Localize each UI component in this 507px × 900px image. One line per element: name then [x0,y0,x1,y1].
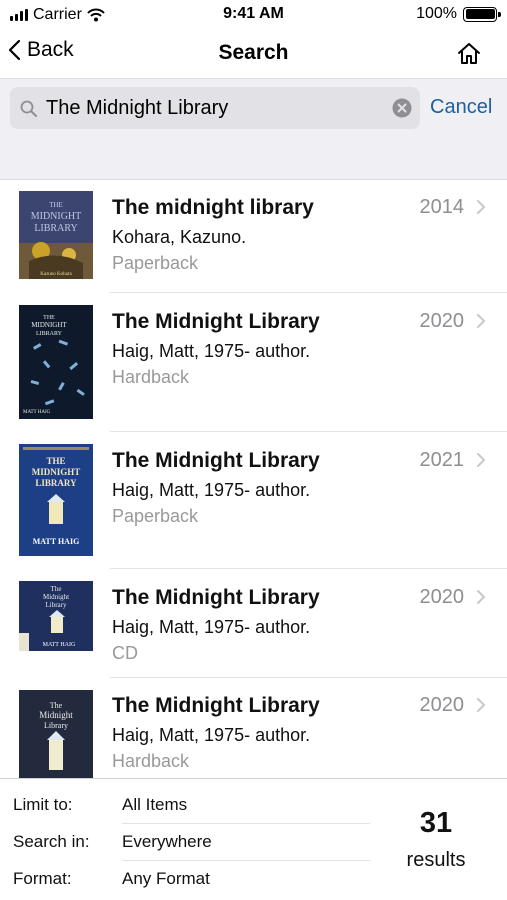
home-icon[interactable] [455,40,483,68]
list-item[interactable]: THE MIDNIGHT LIBRARY MATT HAIG The Midni… [0,432,507,569]
cover-title-line: MIDNIGHT [31,211,82,222]
book-title: The Midnight Library [112,449,320,472]
search-icon [20,100,37,117]
chevron-right-icon [477,590,485,604]
cover-author: MATT HAIG [23,410,51,415]
book-cover: The Midnight Library [19,690,93,778]
cover-author: MATT HAIG [33,537,80,546]
results-list: THE MIDNIGHT LIBRARY Kazuno Kohara The m… [0,180,507,778]
list-item[interactable]: THE MIDNIGHT LIBRARY MATT HAIG The Midni… [0,293,507,432]
book-cover: THE MIDNIGHT LIBRARY MATT HAIG [19,444,93,556]
filter-search-in[interactable]: Search in: Everywhere [0,824,370,861]
cover-title-line: MIDNIGHT [32,467,81,477]
book-title: The midnight library [112,196,314,219]
book-author: Haig, Matt, 1975- author. [112,480,311,500]
search-bar: The Midnight Library Cancel [0,78,507,138]
cover-title-line: LIBRARY [35,478,77,488]
list-item[interactable]: The Midnight Library MATT HAIG The Midni… [0,569,507,678]
book-cover: THE MIDNIGHT LIBRARY Kazuno Kohara [19,191,93,279]
book-format: CD [112,643,138,663]
book-format: Paperback [112,253,199,273]
nav-bar: Back Search [0,30,507,78]
cover-title-line: THE [46,456,65,466]
book-author: Haig, Matt, 1975- author. [112,725,311,745]
book-year: 2020 [419,694,465,716]
book-cover: The Midnight Library MATT HAIG [19,581,93,651]
results-count-label: results [406,849,466,871]
book-author: Haig, Matt, 1975- author. [112,341,311,361]
cover-author: Kazuno Kohara [40,272,72,277]
cover-title-line: LIBRARY [34,223,77,234]
battery-icon [463,6,501,22]
cover-title-line: MIDNIGHT [31,321,67,329]
chevron-right-icon [477,698,485,712]
search-query: The Midnight Library [46,97,229,119]
list-item[interactable]: THE MIDNIGHT LIBRARY Kazuno Kohara The m… [0,180,507,293]
cover-title-line: Midnight [39,710,73,720]
list-item[interactable]: The Midnight Library The Midnight Librar… [0,678,507,778]
chevron-right-icon [477,200,485,214]
book-title: The Midnight Library [112,310,320,333]
filter-footer: Limit to: All Items Search in: Everywher… [0,778,507,900]
book-year: 2020 [419,586,465,608]
filter-value: Any Format [122,869,210,888]
book-title: The Midnight Library [112,694,320,717]
results-count: 31 [419,807,453,839]
search-input[interactable]: The Midnight Library [10,87,420,129]
cancel-button[interactable]: Cancel [430,96,492,119]
book-year: 2020 [419,310,465,332]
cover-title-line: Library [46,601,67,609]
filter-label: Limit to: [13,795,73,814]
cover-title-line: THE [49,201,63,209]
filter-label: Search in: [13,832,90,851]
chevron-right-icon [477,453,485,467]
section-header [0,138,507,180]
book-format: Paperback [112,506,199,526]
book-year: 2021 [419,449,465,471]
cover-title-line: The [51,585,62,593]
filter-value: All Items [122,795,188,814]
cover-title-line: Library [44,721,68,730]
cover-title-line: Midnight [43,593,69,601]
battery-percent: 100% [416,5,457,22]
filter-value: Everywhere [122,832,212,851]
chevron-right-icon [477,314,485,328]
book-title: The Midnight Library [112,586,320,609]
clear-icon[interactable] [392,98,412,118]
book-year: 2014 [419,196,465,218]
cover-title-line: LIBRARY [36,331,63,337]
cover-author: MATT HAIG [43,642,76,648]
book-cover: THE MIDNIGHT LIBRARY MATT HAIG [19,305,93,419]
book-format: Hardback [112,367,190,387]
page-title: Search [218,41,289,64]
filter-label: Format: [13,869,72,888]
cover-title-line: The [50,701,63,710]
book-author: Haig, Matt, 1975- author. [112,617,311,637]
book-author: Kohara, Kazuno. [112,227,247,247]
status-right: 100% [416,5,501,23]
filter-format[interactable]: Format: Any Format [0,861,370,898]
filter-limit-to[interactable]: Limit to: All Items [0,787,370,824]
book-format: Hardback [112,751,190,771]
status-bar: Carrier 9:41 AM 100% [0,0,507,30]
